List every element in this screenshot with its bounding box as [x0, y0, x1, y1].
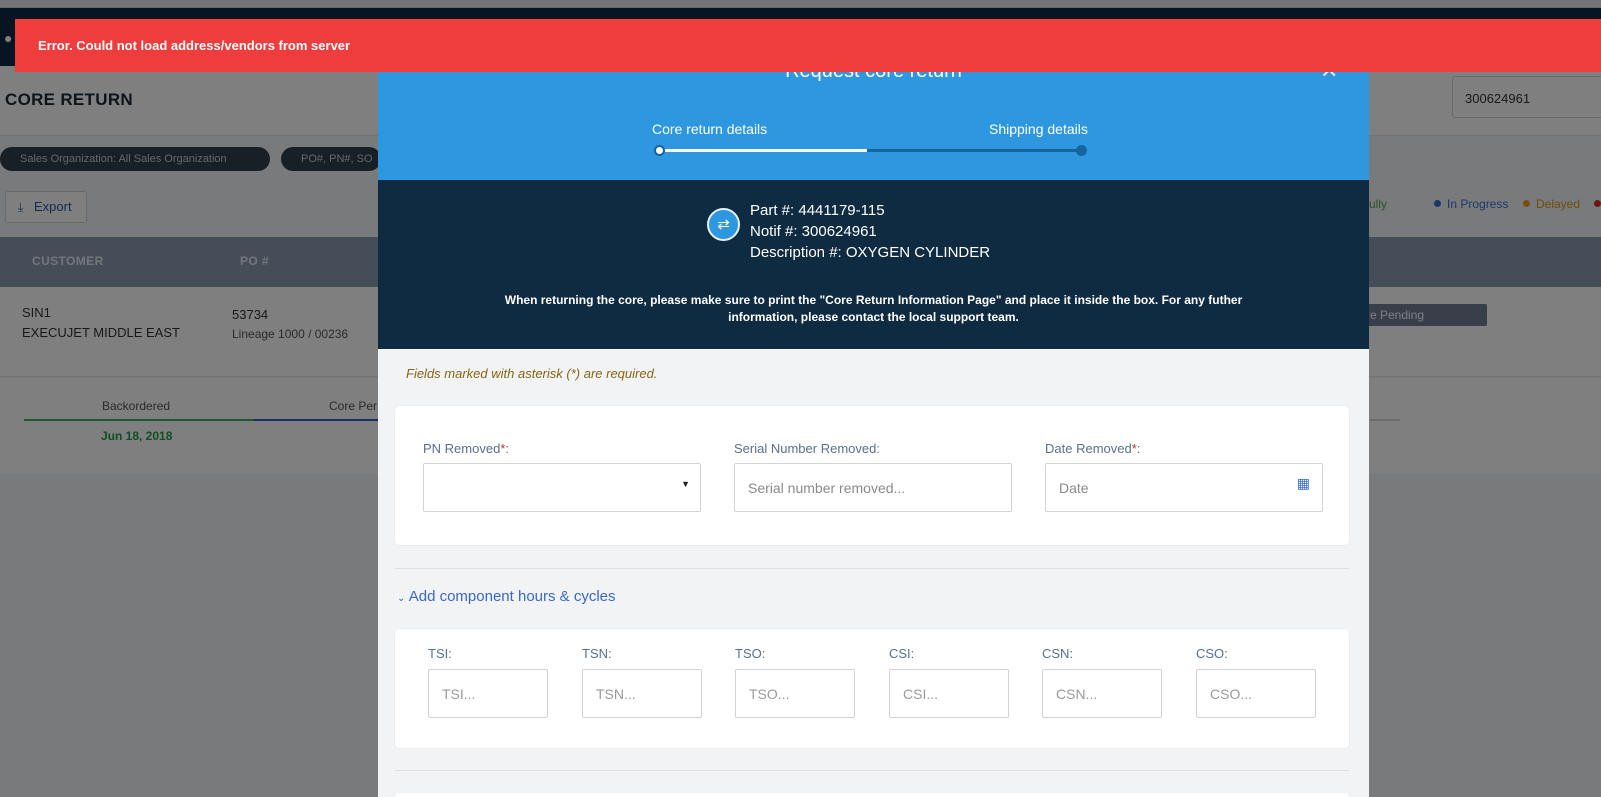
tsi-input[interactable]: TSI... — [428, 669, 548, 718]
add-hours-cycles-toggle[interactable]: ⌄ Add component hours & cycles — [397, 588, 616, 605]
request-core-return-modal: Request core return ✕ Core return detail… — [378, 50, 1369, 797]
cso-input[interactable]: CSO... — [1196, 669, 1316, 718]
calendar-icon[interactable]: ▦ — [1297, 475, 1310, 492]
part-number: Part #: 4441179-115 — [750, 202, 885, 219]
chevron-down-icon: ▼ — [681, 479, 690, 489]
return-notice: When returning the core, please make sur… — [504, 293, 1243, 324]
stepper-track — [867, 149, 1081, 152]
next-section-card — [395, 793, 1349, 797]
tsn-label: TSN: — [582, 646, 612, 661]
pn-removed-select[interactable]: ▼ — [423, 463, 701, 512]
notif-number: Notif #: 300624961 — [750, 223, 877, 240]
divider — [395, 770, 1349, 771]
csi-input[interactable]: CSI... — [889, 669, 1009, 718]
date-removed-input[interactable]: Date ▦ — [1045, 463, 1323, 512]
removal-details-card: PN Removed*: ▼ Serial Number Removed: Se… — [395, 406, 1349, 545]
chevron-down-icon: ⌄ — [397, 593, 406, 604]
tsn-input[interactable]: TSN... — [582, 669, 702, 718]
tso-label: TSO: — [735, 646, 766, 661]
part-info-panel: ⇄ Part #: 4441179-115 Notif #: 300624961… — [378, 180, 1369, 349]
divider — [395, 568, 1349, 569]
stepper-dot-next — [1076, 145, 1087, 156]
cso-label: CSO: — [1196, 646, 1228, 661]
step-shipping-details[interactable]: Shipping details — [989, 121, 1088, 137]
stepper-progress — [659, 149, 867, 152]
csn-input[interactable]: CSN... — [1042, 669, 1162, 718]
date-removed-label: Date Removed*: — [1045, 441, 1141, 456]
required-note: Fields marked with asterisk (*) are requ… — [406, 366, 658, 381]
tso-input[interactable]: TSO... — [735, 669, 855, 718]
part-description: Description #: OXYGEN CYLINDER — [750, 244, 991, 261]
page: ● CORE RETURN 300624961 Sales Organizati… — [0, 0, 1601, 797]
csi-label: CSI: — [889, 646, 915, 661]
step-core-return-details[interactable]: Core return details — [652, 121, 767, 137]
hours-cycles-card: TSI: TSI... TSN: TSN... TSO: TSO... CSI:… — [395, 629, 1349, 748]
pn-removed-label: PN Removed*: — [423, 441, 509, 456]
csn-label: CSN: — [1042, 646, 1074, 661]
swap-icon: ⇄ — [707, 208, 740, 241]
serial-removed-label: Serial Number Removed: — [734, 441, 880, 456]
tsi-label: TSI: — [428, 646, 452, 661]
serial-removed-input[interactable]: Serial number removed... — [734, 463, 1012, 512]
stepper-dot-current — [654, 145, 665, 156]
error-toast[interactable]: Error. Could not load address/vendors fr… — [15, 19, 1601, 72]
